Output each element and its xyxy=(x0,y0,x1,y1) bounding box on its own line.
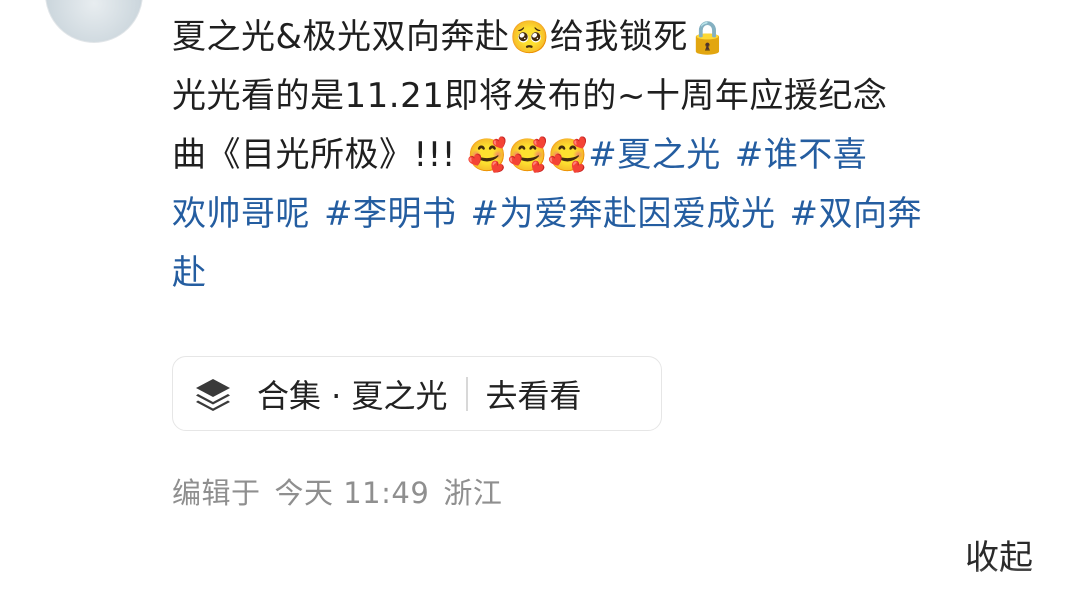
location-label: 浙江 xyxy=(443,476,503,510)
hashtag-shuibuxihuan-part1[interactable]: #谁不喜 xyxy=(735,135,868,175)
post-body: 夏之光&极光双向奔赴🥺给我锁死🔒 光光看的是11.21即将发布的~十周年应援纪念… xyxy=(172,8,1052,303)
layers-icon xyxy=(191,372,235,416)
smiling-hearts-emoji: 🥰🥰🥰 xyxy=(467,136,589,174)
edited-label: 编辑于 xyxy=(172,476,261,510)
post-text: 光光看的是11.21即将发布的~十周年应援纪念 xyxy=(172,76,888,116)
lock-icon: 🔒 xyxy=(687,18,729,56)
post-line-3: 曲《目光所极》!!! 🥰🥰🥰#夏之光 #谁不喜 xyxy=(172,126,1052,185)
pleading-face-emoji: 🥺 xyxy=(509,18,550,56)
collection-card[interactable]: 合集 · 夏之光 去看看 xyxy=(172,356,662,431)
edited-time: 今天 11:49 xyxy=(274,476,430,510)
collapse-button[interactable]: 收起 xyxy=(965,530,1033,579)
post-line-1: 夏之光&极光双向奔赴🥺给我锁死🔒 xyxy=(172,8,1052,67)
divider xyxy=(465,376,468,411)
post-line-5: 赴 xyxy=(172,244,1052,303)
post-line-2: 光光看的是11.21即将发布的~十周年应援纪念 xyxy=(172,67,1052,126)
avatar[interactable] xyxy=(45,0,143,43)
hashtag-limingshu[interactable]: #李明书 xyxy=(324,194,457,234)
post-line-4: 欢帅哥呢 #李明书 #为爱奔赴因爱成光 #双向奔 xyxy=(172,185,1052,244)
post-text: 曲《目光所极》!!! xyxy=(172,135,468,175)
post-text: 给我锁死 xyxy=(549,17,688,57)
post-meta: 编辑于 今天 11:49 浙江 xyxy=(172,470,516,512)
go-view-button[interactable]: 去看看 xyxy=(486,371,582,417)
bottom-fade xyxy=(0,567,1077,605)
hashtag-shuangxiangbenfu-part2[interactable]: 赴 xyxy=(172,253,207,293)
collection-label: 合集 · 夏之光 xyxy=(257,376,448,415)
hashtag-shuangxiangbenfu-part1[interactable]: #双向奔 xyxy=(790,194,923,234)
hashtag-shuibuxihuan-part2[interactable]: 欢帅哥呢 xyxy=(172,194,310,234)
post-text: 夏之光&极光双向奔赴 xyxy=(172,17,510,57)
hashtag-weiaibenfu[interactable]: #为爱奔赴因爱成光 xyxy=(471,194,776,234)
hashtag-xiazhiguang[interactable]: #夏之光 xyxy=(588,135,721,175)
